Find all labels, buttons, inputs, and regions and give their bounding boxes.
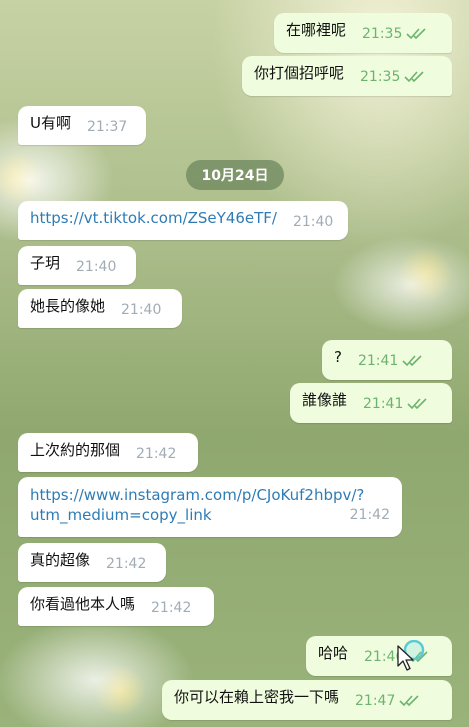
message-text: 誰像誰 (302, 391, 348, 409)
message-text: ? (334, 348, 342, 366)
message-time: 21:42 (106, 556, 147, 572)
message-bubble-outgoing[interactable]: 你打個招呼呢 21:35 (242, 56, 452, 96)
message-text: 在哪裡呢 (286, 21, 347, 39)
message-text: 真的超像 (30, 551, 91, 569)
message-bubble-incoming[interactable]: 子玥 21:40 (18, 246, 136, 285)
message-text: 你看過他本人嗎 (30, 595, 136, 613)
message-bubble-outgoing[interactable]: ? 21:41 (322, 340, 452, 380)
message-time: 21:47 (355, 693, 396, 709)
message-time: 21:40 (121, 302, 162, 318)
double-check-icon (406, 25, 428, 45)
message-text: 她長的像她 (30, 297, 106, 315)
double-check-icon (404, 68, 426, 88)
message-time: 21:42 (151, 600, 192, 616)
message-bubble-outgoing[interactable]: 哈哈 21:46 (306, 636, 452, 676)
message-bubble-incoming[interactable]: U有啊 21:37 (18, 106, 146, 145)
message-time: 21:35 (360, 69, 401, 85)
message-bubble-incoming[interactable]: 真的超像 21:42 (18, 543, 166, 582)
message-time: 21:37 (86, 119, 128, 135)
message-link-line1[interactable]: https://www.instagram.com/p/CJoKuf2hbpv/… (30, 485, 390, 505)
message-bubble-incoming[interactable]: 她長的像她 21:40 (18, 289, 182, 328)
message-bubble-incoming[interactable]: https://vt.tiktok.com/ZSeY46eTF/21:40 (18, 201, 348, 240)
message-text: 哈哈 (318, 644, 349, 662)
message-text: 你可以在賴上密我一下嗎 (174, 688, 340, 706)
message-bubble-outgoing[interactable]: 你可以在賴上密我一下嗎 21:47 (162, 680, 452, 720)
message-text: U有啊 (30, 114, 71, 132)
message-time: 21:42 (136, 446, 177, 462)
double-check-icon (407, 395, 429, 415)
message-bubble-incoming[interactable]: 你看過他本人嗎 21:42 (18, 587, 214, 626)
message-text: 子玥 (30, 254, 61, 272)
date-separator: 10月24日 (186, 160, 284, 190)
double-check-icon (402, 352, 424, 372)
message-link[interactable]: https://vt.tiktok.com/ZSeY46eTF/ (30, 209, 277, 227)
message-link-line2[interactable]: utm_medium=copy_link (30, 506, 212, 524)
message-time: 21:41 (357, 353, 399, 369)
message-time: 21:35 (362, 26, 403, 42)
mouse-cursor-icon (396, 639, 430, 678)
message-text: 上次約的那個 (30, 441, 121, 459)
message-text: 你打個招呼呢 (254, 64, 345, 82)
message-time: 21:40 (292, 214, 334, 230)
message-bubble-outgoing[interactable]: 在哪裡呢 21:35 (274, 13, 452, 53)
message-bubble-incoming[interactable]: 上次約的那個 21:42 (18, 433, 198, 472)
double-check-icon (399, 692, 421, 712)
message-bubble-incoming[interactable]: https://www.instagram.com/p/CJoKuf2hbpv/… (18, 477, 402, 537)
message-time: 21:40 (76, 259, 117, 275)
message-bubble-outgoing[interactable]: 誰像誰 21:41 (290, 383, 452, 423)
message-time: 21:42 (349, 507, 390, 523)
message-time: 21:41 (363, 396, 404, 412)
